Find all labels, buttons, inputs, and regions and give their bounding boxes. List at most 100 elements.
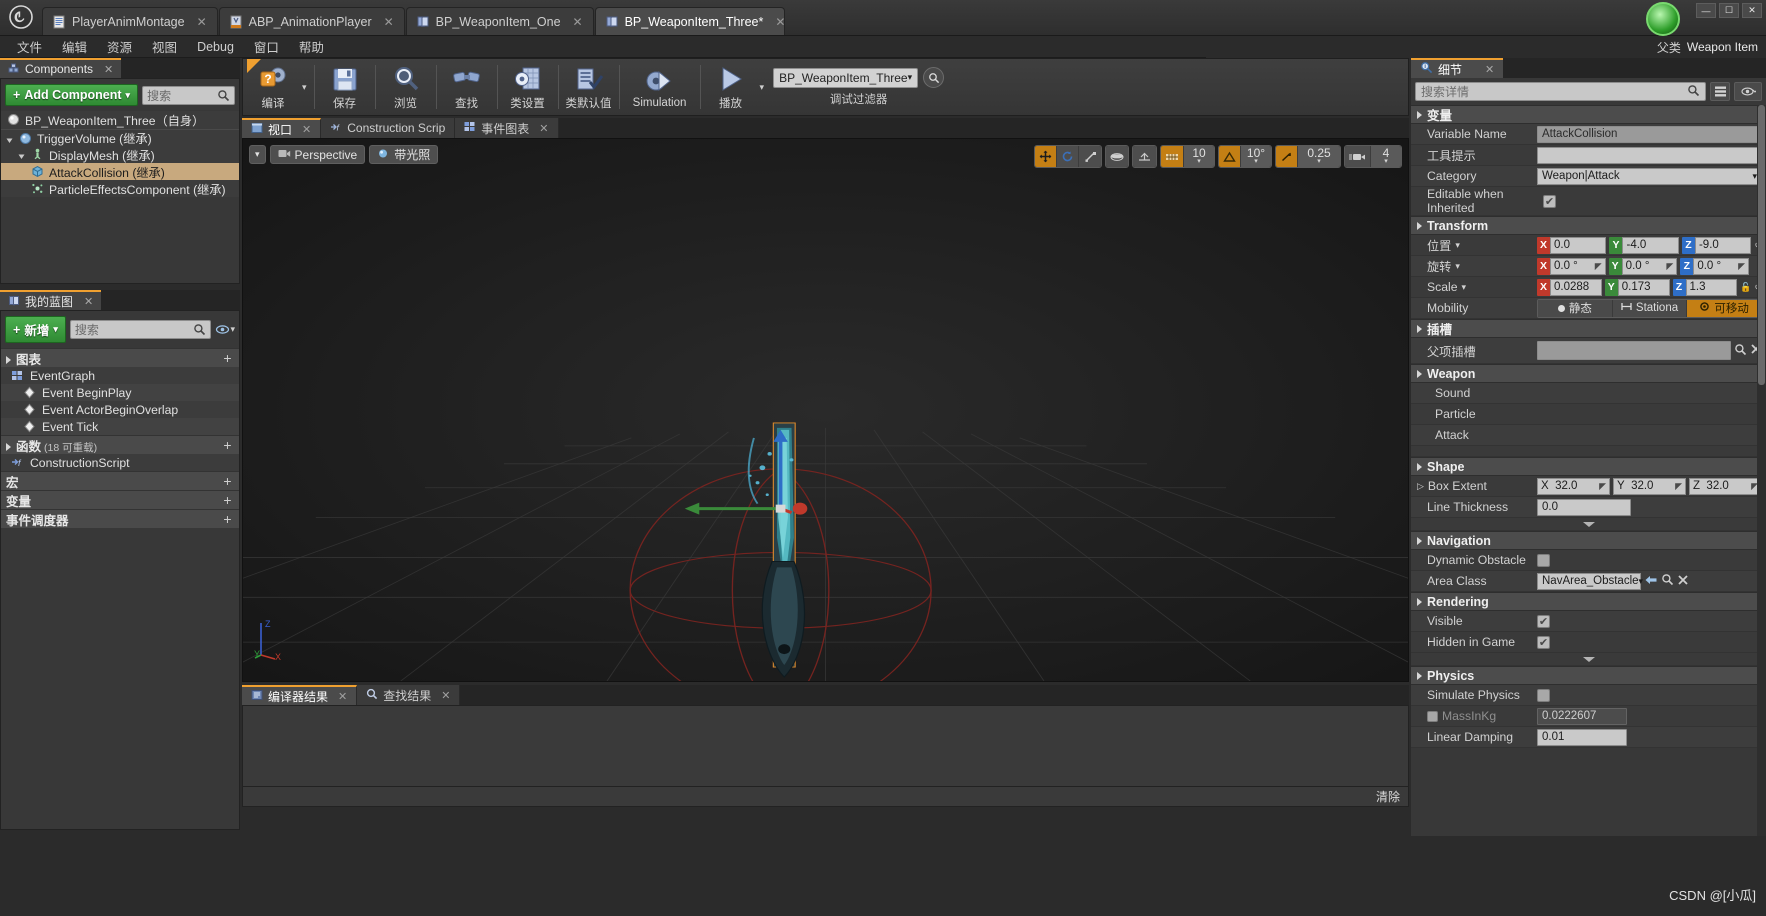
tab-details[interactable]: i 细节 ✕ [1411,58,1504,78]
scale-y-input[interactable]: 0.173 [1617,278,1670,296]
mobility-stationary-option[interactable]: Stationa [1612,299,1688,317]
component-row-displaymesh[interactable]: DisplayMesh (继承) [1,146,239,163]
grid-snap-toggle[interactable] [1161,146,1184,167]
line-thickness-input[interactable]: 0.0 [1537,498,1631,516]
expander-icon[interactable] [1582,656,1595,662]
close-icon[interactable]: ✕ [338,690,347,703]
details-view-options-button[interactable] [1734,82,1762,101]
coordinate-space-group[interactable] [1105,145,1129,168]
tab-components[interactable]: Components ✕ [0,58,122,78]
close-icon[interactable]: ✕ [441,689,450,702]
list-item-event-actorbeginoverlap[interactable]: Event ActorBeginOverlap [1,401,239,418]
live-coding-status-icon[interactable] [1646,2,1680,36]
add-function-button[interactable]: + [221,438,234,452]
area-class-combo[interactable]: NavArea_Obstacle ▾ [1537,572,1643,590]
browse-button[interactable]: 浏览 [380,59,432,115]
dynamic-obstacle-checkbox[interactable] [1537,553,1550,567]
location-y-input[interactable]: -4.0 [1622,236,1679,254]
component-row-triggervolume[interactable]: TriggerVolume (继承) [1,129,239,146]
rotation-x-input[interactable]: 0.0 ° ◤ [1550,257,1606,275]
myblueprint-section-dispatchers[interactable]: 事件调度器 + [1,509,239,528]
component-row-attackcollision[interactable]: AttackCollision (继承) [1,163,239,180]
myblueprint-section-variables[interactable]: 变量 + [1,490,239,509]
mobility-segmented-control[interactable]: 静态 Stationa 可移动 [1537,298,1762,318]
close-icon[interactable]: ✕ [302,123,311,136]
close-icon[interactable]: ✕ [573,15,583,29]
document-tab-2[interactable]: BP_WeaponItem_One ✕ [405,7,594,35]
list-item-event-beginplay[interactable]: Event BeginPlay [1,384,239,401]
chevron-down-icon[interactable] [5,134,14,143]
camera-speed-group[interactable]: 4 ▾ [1344,145,1402,168]
linear-damping-input[interactable]: 0.01 [1537,728,1627,746]
rotate-tool-button[interactable] [1057,146,1079,167]
components-tab-bar[interactable]: Components ✕ [0,58,240,78]
details-search-input[interactable]: 搜索详情 [1415,82,1706,101]
simulate-physics-checkbox[interactable] [1537,688,1550,702]
viewport-3d[interactable]: ▾ Perspective 带光照 10 ▾ 10° ▾ 0.25 ▾ 4 ▾ … [242,138,1409,682]
components-tree[interactable]: BP_WeaponItem_Three（自身） TriggerVolume (继… [1,111,239,197]
tab-construction-script[interactable]: f Construction Scrip [321,118,456,138]
close-button[interactable]: ✕ [1742,3,1762,18]
transform-tool-group[interactable] [1034,145,1102,168]
box-extent-x-input[interactable]: X 32.0 ◤ [1537,477,1610,495]
document-tab-bar[interactable]: PlayerAnimMontage ✕ ABP_AnimationPlayer … [42,0,786,35]
surface-snap-toggle[interactable] [1133,146,1156,167]
clear-icon[interactable] [1677,574,1689,589]
simulation-button[interactable]: Simulation [624,59,696,115]
select-tool-button[interactable] [1035,146,1057,167]
results-tab-bar[interactable]: 编译器结果 ✕ 查找结果 ✕ [242,685,1409,705]
rendering-expander-row[interactable] [1411,653,1766,666]
chevron-down-icon[interactable]: ▾ [1462,282,1467,293]
massinkg-override-checkbox[interactable] [1427,710,1438,722]
viewport-top-left-controls[interactable]: ▾ Perspective 带光照 [249,145,439,164]
camera-speed-value[interactable]: 4 ▾ [1371,146,1401,167]
view-type-button[interactable]: Perspective [269,145,366,164]
rotation-z-input[interactable]: 0.0 ° ◤ [1693,257,1750,275]
details-section-rendering[interactable]: Rendering [1411,592,1766,611]
chevron-down-icon[interactable]: ▾ [1455,261,1460,272]
menu-item-view[interactable]: 视图 [143,35,186,58]
scale-snap-value[interactable]: 0.25 ▾ [1298,146,1340,167]
play-options-caret[interactable]: ▾ [757,82,768,93]
shape-expander-row[interactable] [1411,518,1766,531]
myblueprint-tab-bar[interactable]: 我的蓝图 ✕ [0,290,240,310]
rotation-y-input[interactable]: 0.0 ° ◤ [1621,257,1678,275]
minimize-button[interactable]: — [1696,3,1716,18]
add-dispatcher-button[interactable]: + [221,512,234,526]
clear-results-button[interactable]: 清除 [1376,788,1400,805]
menu-item-debug[interactable]: Debug [188,38,243,56]
category-combo[interactable]: Weapon|Attack ▾ [1537,167,1762,185]
box-extent-y-input[interactable]: Y 32.0 ◤ [1613,477,1686,495]
close-icon[interactable]: ✕ [104,63,113,76]
back-icon[interactable] [1644,574,1658,589]
menu-bar[interactable]: 文件 编辑 资源 视图 Debug 窗口 帮助 [0,36,1206,58]
window-controls[interactable]: — ☐ ✕ [1696,3,1762,18]
close-icon[interactable]: ✕ [775,15,785,29]
mobility-static-option[interactable]: 静态 [1538,299,1613,317]
details-section-variable[interactable]: 变量 [1411,105,1766,124]
myblueprint-section-graphs[interactable]: 图表 + [1,348,239,367]
box-extent-z-input[interactable]: Z 32.0 ◤ [1689,477,1762,495]
parent-class-value[interactable]: Weapon Item [1687,40,1758,54]
maximize-button[interactable]: ☐ [1719,3,1739,18]
scale-snap-group[interactable]: 0.25 ▾ [1275,145,1341,168]
close-icon[interactable]: ✕ [84,295,93,308]
document-tab-3[interactable]: BP_WeaponItem_Three* ✕ [594,7,785,35]
components-search-input[interactable]: 搜索 [142,85,235,105]
world-space-toggle[interactable] [1106,146,1128,167]
mobility-movable-option[interactable]: 可移动 [1687,299,1761,317]
list-item-constructionscript[interactable]: f ConstructionScript [1,454,239,471]
play-button[interactable]: 播放 [705,59,757,115]
angle-snap-group[interactable]: 10° ▾ [1218,145,1272,168]
add-macro-button[interactable]: + [221,474,234,488]
details-scrollbar[interactable] [1757,105,1766,836]
scale-x-input[interactable]: 0.0288 [1550,278,1602,296]
component-row-particleeffects[interactable]: ParticleEffectsComponent (继承) [1,180,239,197]
surface-snap-group[interactable] [1132,145,1157,168]
details-section-transform[interactable]: Transform [1411,216,1766,235]
class-defaults-button[interactable]: 类默认值 [563,59,615,115]
debug-filter-combo[interactable]: BP_WeaponItem_Three ▾ [773,67,919,88]
myblueprint-view-options[interactable]: ▾ [215,323,235,336]
myblueprint-search-input[interactable]: 搜索 [69,320,212,339]
chevron-down-icon[interactable] [17,150,26,159]
